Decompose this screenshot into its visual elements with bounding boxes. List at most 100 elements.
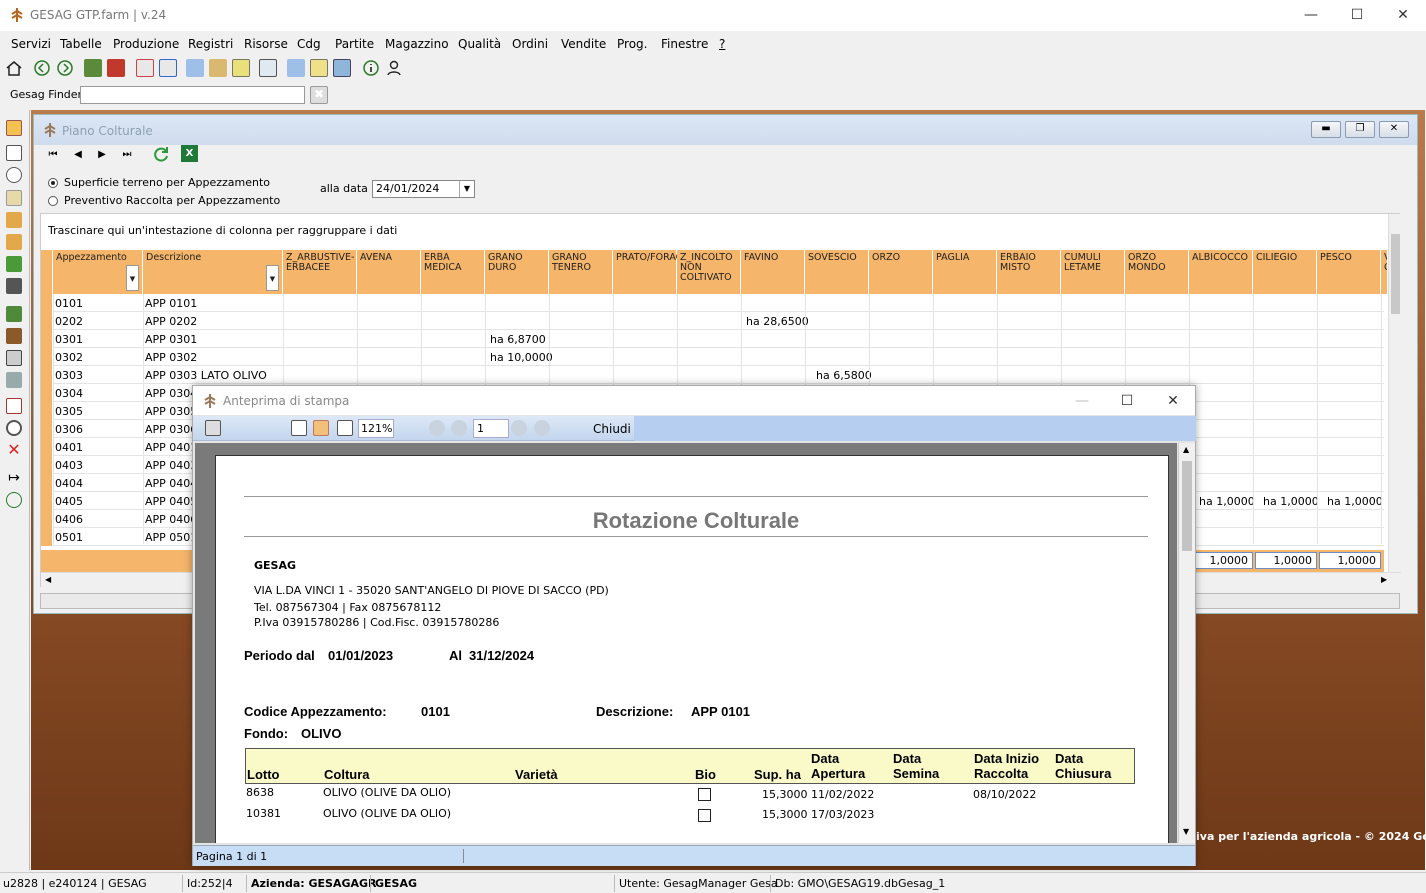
plant-icon[interactable] xyxy=(6,256,22,272)
two-pages-icon[interactable] xyxy=(337,420,353,436)
col-header-albicocco[interactable]: ALBICOCCO xyxy=(1189,250,1253,294)
next-page-icon[interactable] xyxy=(511,420,527,436)
tractor-icon[interactable] xyxy=(6,278,22,294)
table-row[interactable]: 0301 APP 0301 ha 6,8700 xyxy=(41,330,1384,348)
document-blue-icon[interactable] xyxy=(159,59,177,77)
menu-ordini[interactable]: Ordini xyxy=(512,37,548,51)
document-red-icon[interactable] xyxy=(136,59,154,77)
table-row[interactable]: 0202 APP 0202 ha 28,6500 xyxy=(41,312,1384,330)
preview-vertical-scrollbar[interactable]: ▲ ▼ xyxy=(1178,443,1195,843)
radio-preventivo[interactable] xyxy=(48,196,58,206)
menu-vendite[interactable]: Vendite xyxy=(561,37,606,51)
preview-close-button[interactable]: ✕ xyxy=(1150,386,1196,417)
table-row[interactable]: 0303 APP 0303 LATO OLIVO ha 6,5800 xyxy=(41,366,1384,384)
terrain-icon[interactable] xyxy=(6,328,22,344)
forward-icon[interactable] xyxy=(56,59,74,77)
mdi-close-button[interactable]: ✕ xyxy=(1379,121,1409,138)
grid-vertical-scrollbar[interactable] xyxy=(1388,214,1401,572)
scroll-left-icon[interactable]: ◀ xyxy=(45,575,51,584)
calendar-icon[interactable] xyxy=(107,59,125,77)
exit-icon[interactable]: ↦ xyxy=(6,470,22,486)
checklist-icon[interactable] xyxy=(6,145,22,161)
col-header-sovescio[interactable]: SOVESCIO xyxy=(805,250,869,294)
home-icon[interactable] xyxy=(5,59,23,77)
first-record-button[interactable]: ⏮ xyxy=(45,149,61,160)
menu-qualita[interactable]: Qualità xyxy=(458,37,501,51)
user-icon[interactable] xyxy=(385,59,403,77)
next-record-button[interactable]: ▶ xyxy=(94,149,110,160)
cancel-icon[interactable]: ✕ xyxy=(6,442,22,458)
package-icon[interactable] xyxy=(6,234,22,250)
scroll-thumb[interactable] xyxy=(1391,234,1400,314)
mdi-restore-button[interactable]: ❐ xyxy=(1345,121,1375,138)
maximize-button[interactable]: ☐ xyxy=(1334,0,1380,31)
radio-superficie[interactable] xyxy=(48,178,58,188)
folder-icon[interactable] xyxy=(232,59,250,77)
row-selector[interactable] xyxy=(41,366,53,384)
scroll-down-icon[interactable]: ▼ xyxy=(1183,827,1189,836)
scroll-thumb[interactable] xyxy=(1182,461,1192,551)
col-header-orzo-mondo[interactable]: ORZO MONDO xyxy=(1125,250,1189,294)
scroll-right-icon[interactable]: ▶ xyxy=(1381,575,1387,584)
last-page-icon[interactable] xyxy=(534,420,550,436)
row-selector[interactable] xyxy=(41,492,53,510)
note-icon[interactable] xyxy=(310,59,328,77)
col-header-prato[interactable]: PRATO/FORAGGIO xyxy=(613,250,701,294)
row-selector[interactable] xyxy=(41,312,53,330)
page-width-icon[interactable] xyxy=(313,420,329,436)
menu-produzione[interactable]: Produzione xyxy=(113,37,179,51)
prev-record-button[interactable]: ◀ xyxy=(70,149,86,160)
col-header-ciliegio[interactable]: CILIEGIO xyxy=(1253,250,1317,294)
box-icon[interactable] xyxy=(6,212,22,228)
row-selector[interactable] xyxy=(41,474,53,492)
row-selector[interactable] xyxy=(41,456,53,474)
col-header-cumuli[interactable]: CUMULI LETAME xyxy=(1061,250,1125,294)
col-header-incolto[interactable]: Z_INCOLTO NON COLTIVATO xyxy=(677,250,741,294)
person-icon[interactable] xyxy=(6,167,22,183)
col-header-paglia[interactable]: PAGLIA xyxy=(933,250,997,294)
chart-icon[interactable] xyxy=(259,59,277,77)
col-header-vi[interactable]: VI CA xyxy=(1381,250,1388,294)
report-icon[interactable] xyxy=(6,398,22,414)
menu-tabelle[interactable]: Tabelle xyxy=(60,37,102,51)
row-selector[interactable] xyxy=(41,420,53,438)
first-page-icon[interactable] xyxy=(429,420,445,436)
open-icon[interactable] xyxy=(84,59,102,77)
row-selector[interactable] xyxy=(41,438,53,456)
menu-servizi[interactable]: Servizi xyxy=(11,37,51,51)
close-button[interactable]: ✕ xyxy=(1380,0,1426,31)
add-item-icon[interactable] xyxy=(209,59,227,77)
scroll-up-icon[interactable]: ▲ xyxy=(1183,445,1189,454)
col-header-pesco[interactable]: PESCO xyxy=(1317,250,1381,294)
menu-risorse[interactable]: Risorse xyxy=(244,37,288,51)
users-icon[interactable] xyxy=(186,59,204,77)
field-icon[interactable] xyxy=(6,306,22,322)
preview-minimize-button[interactable]: — xyxy=(1059,386,1105,417)
clipboard-icon[interactable] xyxy=(6,190,22,206)
building-icon[interactable] xyxy=(6,372,22,388)
mdi-minimize-button[interactable]: ▬ xyxy=(1311,121,1341,138)
col-header-grano-tenero[interactable]: GRANO TENERO xyxy=(549,250,613,294)
col-header-orzo[interactable]: ORZO xyxy=(869,250,933,294)
chevron-down-icon[interactable]: ▼ xyxy=(459,181,474,197)
menu-magazzino[interactable]: Magazzino xyxy=(385,37,449,51)
refresh-icon[interactable] xyxy=(152,145,170,163)
col-header-appezzamento[interactable]: Appezzamento ▼ xyxy=(53,250,143,294)
col-header-erba-medica[interactable]: ERBA MEDICA xyxy=(421,250,485,294)
menu-registri[interactable]: Registri xyxy=(188,37,233,51)
settings-icon[interactable] xyxy=(6,420,22,436)
table-row[interactable]: 0302 APP 0302 ha 10,0000 xyxy=(41,348,1384,366)
row-selector[interactable] xyxy=(41,348,53,366)
col-header-arbustive[interactable]: Z_ARBUSTIVE-ERBACEE xyxy=(283,250,357,294)
col-header-favino[interactable]: FAVINO xyxy=(741,250,805,294)
print-icon[interactable] xyxy=(205,420,221,436)
filter-dropdown-icon[interactable]: ▼ xyxy=(126,265,139,291)
power-icon[interactable] xyxy=(6,492,22,508)
preview-maximize-button[interactable]: ☐ xyxy=(1104,386,1150,417)
finder-clear-button[interactable]: ✖ xyxy=(310,86,328,104)
prev-page-icon[interactable] xyxy=(451,420,467,436)
back-icon[interactable] xyxy=(33,59,51,77)
menu-help[interactable]: ? xyxy=(719,37,725,51)
col-header-erbaio[interactable]: ERBAIO MISTO xyxy=(997,250,1061,294)
single-page-icon[interactable] xyxy=(291,420,307,436)
